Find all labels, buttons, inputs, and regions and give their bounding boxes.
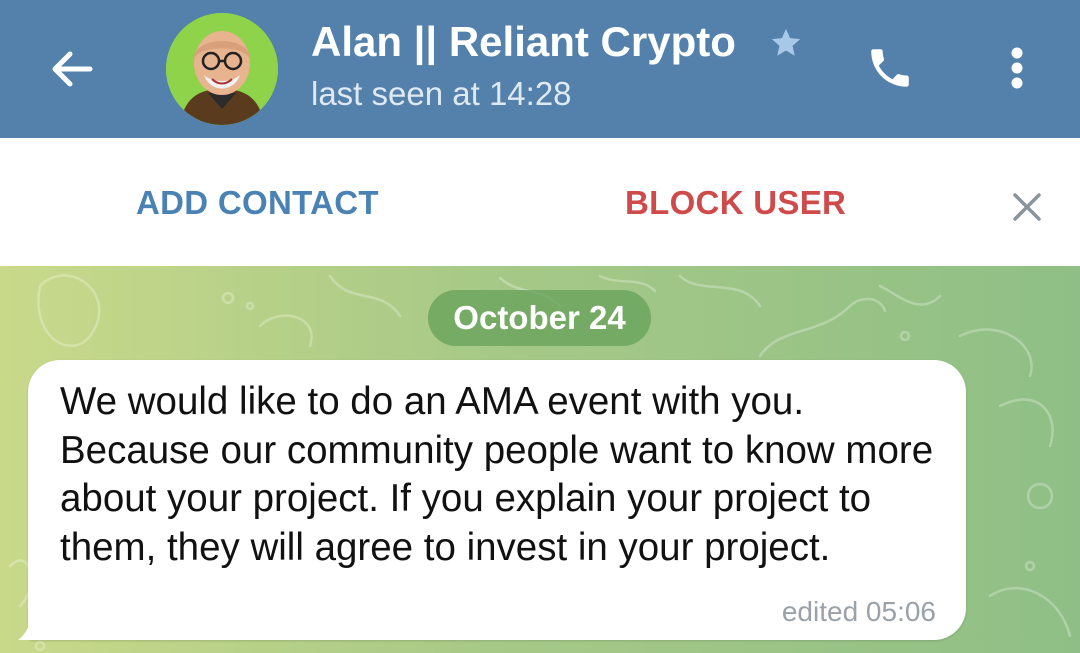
top-app-bar: Alan || Reliant Crypto last seen at 14:2… <box>0 0 1080 138</box>
block-user-button[interactable]: BLOCK USER <box>625 184 846 222</box>
call-button[interactable] <box>858 36 922 100</box>
user-avatar <box>166 13 278 125</box>
last-seen-status: last seen at 14:28 <box>311 75 572 112</box>
chat-area[interactable]: October 24 We would like to do an AMA ev… <box>0 266 1080 653</box>
more-options-button[interactable] <box>994 36 1040 100</box>
date-label: October 24 <box>453 299 626 336</box>
contact-name: Alan || Reliant Crypto <box>311 18 736 65</box>
message-meta: edited 05:06 <box>781 596 936 627</box>
close-icon <box>1013 193 1041 221</box>
back-button[interactable] <box>38 36 104 102</box>
chat-title[interactable]: Alan || Reliant Crypto <box>311 16 831 68</box>
star-icon <box>771 28 801 56</box>
new-contact-action-bar: ADD CONTACT BLOCK USER <box>0 138 1080 266</box>
bubble-tail <box>18 616 36 640</box>
message-bubble[interactable]: We would like to do an AMA event with yo… <box>28 360 966 640</box>
message-text: We would like to do an AMA event with yo… <box>60 380 934 569</box>
phone-icon <box>871 49 909 87</box>
arrow-left-icon <box>52 51 93 87</box>
more-vertical-icon <box>1011 47 1023 89</box>
dismiss-bar-button[interactable] <box>1002 182 1052 232</box>
add-contact-button[interactable]: ADD CONTACT <box>136 184 379 222</box>
date-separator: October 24 <box>428 290 651 346</box>
contact-avatar[interactable] <box>166 13 278 125</box>
